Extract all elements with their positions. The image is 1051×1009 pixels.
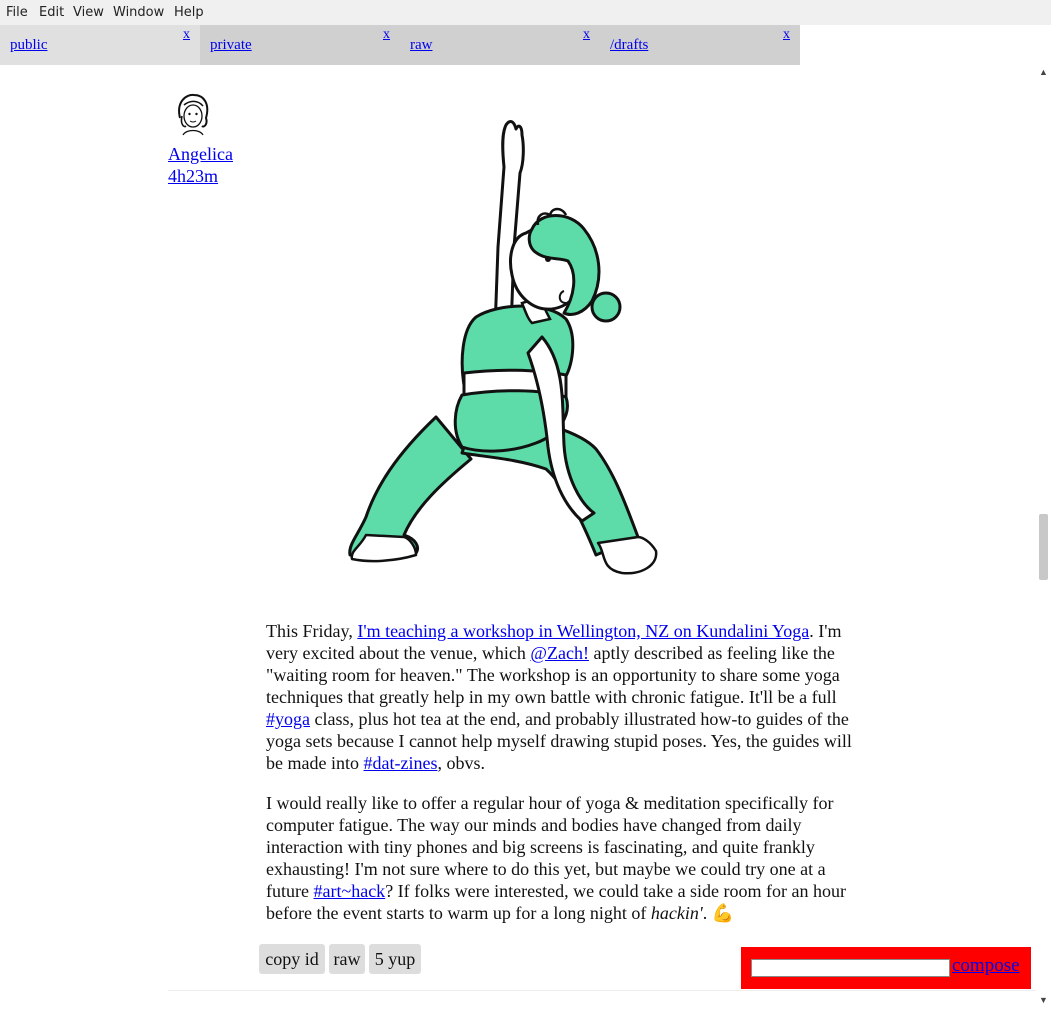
post-text: , obvs. [437,753,485,773]
post-text: . [702,903,712,923]
post-text: This Friday, [266,621,358,641]
tab-private[interactable]: private x [200,25,400,65]
copy-id-button[interactable]: copy id [259,944,325,974]
scroll-down-arrow-icon[interactable]: ▼ [1039,995,1048,1005]
post-emphasis: hackin' [650,903,703,923]
tab-private-close-button[interactable]: x [383,27,390,43]
post-divider [168,990,1036,991]
post-paragraph-1: This Friday, I'm teaching a workshop in … [266,620,860,774]
flexed-biceps-emoji: 💪 [711,903,735,923]
compose-box: compose [741,947,1031,989]
menu-window[interactable]: Window [113,5,164,20]
tab-drafts[interactable]: /drafts x [600,25,800,65]
tab-drafts-close-button[interactable]: x [783,27,790,43]
author-name[interactable]: Angelica [168,144,233,165]
hashtag-link[interactable]: #dat-zines [363,753,437,773]
menu-help[interactable]: Help [174,5,204,20]
menu-bar: File Edit View Window Help [0,0,1051,25]
post-text: class, plus hot tea at the end, and prob… [266,709,852,773]
menu-edit[interactable]: Edit [39,5,64,20]
workshop-link[interactable]: I'm teaching a workshop in Wellington, N… [357,621,809,641]
tab-bar: public x private x raw x /drafts x [0,25,1051,65]
tab-raw-label[interactable]: raw [410,37,433,54]
yoga-illustration-image [266,107,736,597]
scroll-up-arrow-icon[interactable]: ▲ [1039,67,1048,77]
tab-public-close-button[interactable]: x [183,27,190,43]
menu-view[interactable]: View [73,5,104,20]
tab-public[interactable]: public x [0,25,200,65]
tab-raw[interactable]: raw x [400,25,600,65]
tab-private-label[interactable]: private [210,37,252,54]
compose-input[interactable] [751,959,950,977]
avatar[interactable] [168,88,218,138]
hashtag-link[interactable]: #yoga [266,709,310,729]
mention-link[interactable]: @Zach! [530,643,589,663]
raw-button[interactable]: raw [329,944,365,974]
scrollbar[interactable]: ▲ ▼ [1036,65,1051,1009]
post-paragraph-2: I would really like to offer a regular h… [266,792,860,924]
hashtag-link[interactable]: #art~hack [313,881,385,901]
feed: Angelica 4h23m This Friday, I'm teaching… [0,65,1036,1009]
tab-raw-close-button[interactable]: x [583,27,590,43]
tab-drafts-label[interactable]: /drafts [610,37,648,54]
tab-public-label[interactable]: public [10,37,48,54]
yup-button[interactable]: 5 yup [369,944,421,974]
post-timestamp[interactable]: 4h23m [168,166,218,187]
menu-file[interactable]: File [6,5,28,20]
compose-link[interactable]: compose [952,955,1020,977]
scrollbar-thumb[interactable] [1039,514,1048,580]
